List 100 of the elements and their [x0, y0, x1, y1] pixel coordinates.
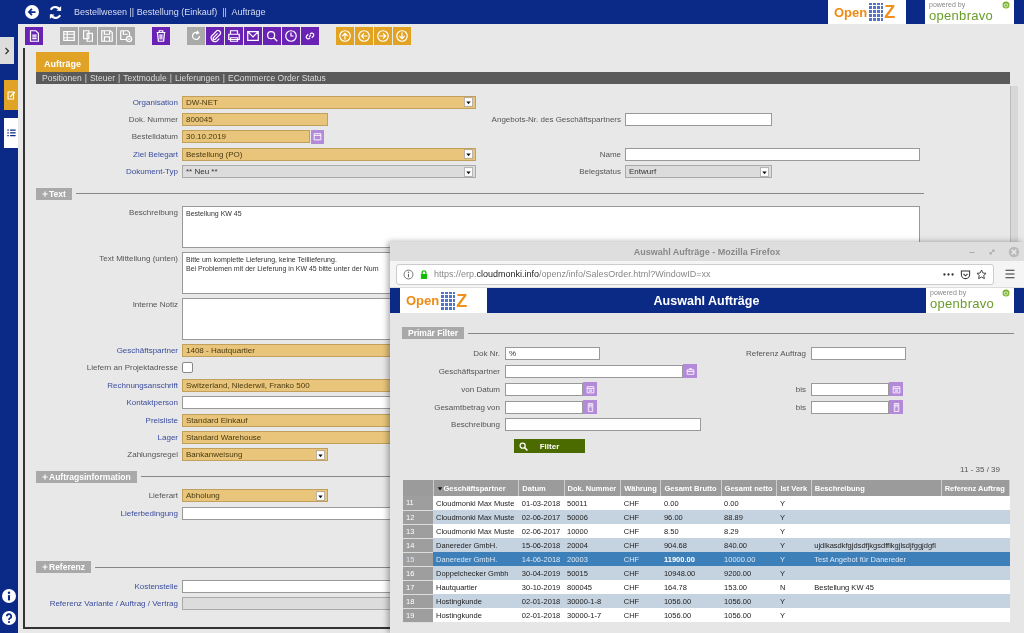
logo-mark: Z [456, 290, 468, 311]
printer-icon [227, 29, 241, 43]
text-field[interactable] [505, 364, 683, 378]
field-label-link[interactable]: Kostenstelle [25, 581, 178, 591]
info-icon[interactable] [2, 589, 16, 603]
text-field[interactable]: % [505, 347, 600, 360]
field-label-link[interactable]: Ziel Belegart [25, 149, 178, 159]
field-label: Geschäftspartner [437, 366, 500, 376]
maximize-icon[interactable] [988, 247, 996, 256]
toolbar-button[interactable] [244, 27, 262, 45]
caret-icon [760, 166, 769, 177]
view-button[interactable] [4, 118, 18, 148]
copy-icon [81, 29, 95, 43]
lookup-button[interactable] [683, 364, 697, 378]
field-label-link[interactable]: Referenz Variante / Auftrag / Vertrag [25, 599, 178, 609]
star-icon[interactable] [976, 268, 987, 280]
text-field[interactable] [505, 418, 701, 431]
close-icon[interactable] [1008, 245, 1020, 258]
plus-icon [42, 564, 48, 571]
refresh-icon[interactable] [48, 4, 63, 20]
field-label-link[interactable]: Geschäftspartner [25, 346, 178, 356]
dropdown-field[interactable]: Bestellung (PO) [182, 147, 476, 161]
dropdown-field[interactable]: DW-NET [182, 95, 476, 109]
field-label-link[interactable]: Lieferbedingung [25, 508, 178, 518]
text-field[interactable] [811, 347, 906, 360]
subtab-link[interactable]: Steuer [89, 73, 115, 83]
field-label: Zahlungsregel [126, 450, 178, 460]
toolbar-button[interactable] [282, 27, 300, 45]
back-icon[interactable] [25, 5, 39, 19]
filter-button[interactable]: Filter [514, 439, 585, 453]
arrow-right-icon [376, 29, 390, 43]
calculator-button[interactable] [889, 400, 903, 414]
calendar-button[interactable] [583, 382, 597, 396]
lock-icon [419, 268, 429, 280]
toolbar-button[interactable] [301, 27, 319, 45]
dropdown-field[interactable]: ** Neu ** [182, 165, 476, 179]
paperclip-icon [208, 29, 222, 43]
plus-icon [42, 190, 48, 197]
dropdown-field[interactable]: Entwurf [625, 165, 772, 179]
link-icon [303, 29, 317, 43]
dropdown-field[interactable]: Bankanweisung [182, 448, 328, 462]
calendar-icon [585, 384, 595, 394]
field-label-link[interactable]: Organisation [25, 97, 178, 107]
field-label: Beschreibung [128, 206, 178, 217]
calendar-icon [313, 132, 322, 142]
toolbar-button[interactable] [25, 27, 43, 45]
separator: | [117, 73, 121, 83]
clock-icon [284, 29, 298, 43]
field-label: Dok Nr. [472, 349, 500, 358]
trash-icon [154, 29, 168, 43]
calendar-button[interactable] [889, 382, 903, 396]
calculator-button[interactable] [583, 400, 597, 414]
field-label-link[interactable]: Preisliste [25, 415, 178, 425]
page-count: 11 - 35 / 39 [960, 465, 1000, 476]
separator: | [169, 73, 172, 83]
dropdown-field[interactable]: Abholung [182, 489, 328, 503]
pocket-icon[interactable] [960, 268, 971, 280]
text-field[interactable]: 800045 [182, 112, 328, 126]
text-field[interactable] [811, 382, 889, 396]
text-field[interactable] [505, 400, 583, 414]
field-label: Text Mitteilung (unten) [98, 252, 178, 263]
field-label-link[interactable]: Rechnungsanschrift [25, 380, 178, 390]
text-field[interactable] [625, 112, 772, 126]
arrow-left-icon [357, 29, 371, 43]
sort-icon [436, 486, 443, 491]
text-field[interactable] [625, 147, 920, 161]
field-label-link[interactable]: Dokument-Typ [25, 167, 178, 177]
list-icon [5, 127, 17, 139]
text-field[interactable] [505, 382, 583, 396]
toolbar-button[interactable] [225, 27, 243, 45]
field-label-link[interactable]: Lager [25, 433, 178, 442]
toolbar-button[interactable] [263, 27, 281, 45]
subtab-link[interactable]: Lieferungen [174, 73, 220, 83]
toolbar-button[interactable] [152, 27, 170, 45]
field-label: Name [598, 149, 621, 159]
logo-text: openbravo [930, 297, 996, 311]
address-bar[interactable]: https://erp.cloudmonki.info/openz/info/SalesOrder.html?WindowID=xx [396, 263, 994, 285]
subtab-link[interactable]: Positionen [42, 73, 82, 83]
checkbox[interactable] [182, 362, 193, 374]
arrow-down-icon [395, 29, 409, 43]
calendar-button[interactable] [311, 129, 324, 144]
chevron-right-icon [3, 46, 11, 55]
sidebar-toggle[interactable] [0, 37, 14, 64]
search-icon [519, 441, 528, 451]
text-field[interactable] [811, 400, 889, 414]
logo-text: Open [406, 293, 440, 308]
subtab-link[interactable]: ECommerce Order Status [228, 73, 326, 83]
search-icon [265, 29, 279, 43]
field-label-link[interactable]: Kontaktperson [25, 398, 178, 408]
date-field[interactable]: 30.10.2019 [182, 130, 310, 144]
separator: | [222, 73, 225, 83]
toolbar-button[interactable] [206, 27, 224, 45]
help-icon[interactable] [2, 611, 16, 625]
field-label: Belegstatus [578, 167, 621, 177]
calculator-icon [585, 402, 595, 412]
subtab-link[interactable]: Textmodule [123, 73, 167, 83]
floppy-arrow-icon [119, 29, 133, 43]
field-label: bis [794, 384, 806, 394]
caret-icon [316, 449, 325, 460]
menu-icon[interactable] [1004, 268, 1016, 280]
